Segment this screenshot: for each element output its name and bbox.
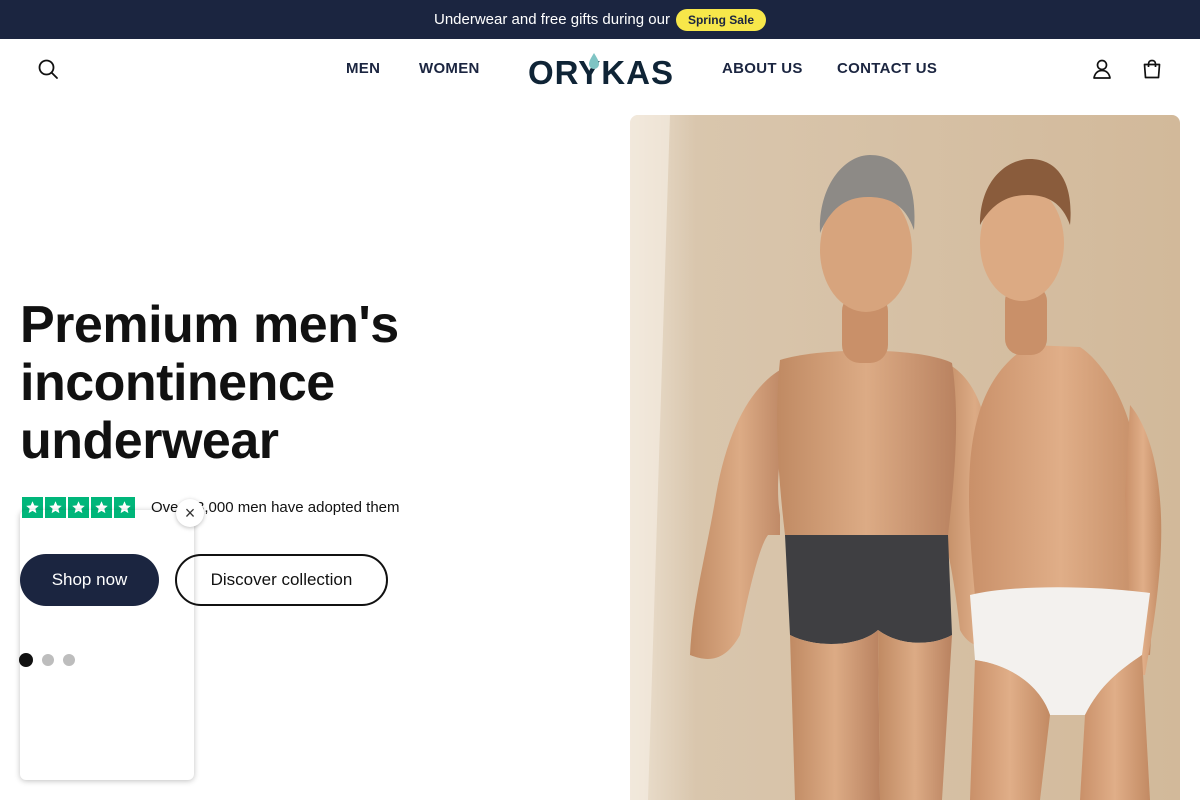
orykas-logo[interactable]: ORYKAS: [528, 51, 674, 91]
nav-contact-us[interactable]: CONTACT US: [837, 60, 937, 77]
hero-image: [630, 115, 1180, 800]
hero-title: Premium men's incontinence underwear: [20, 296, 399, 470]
nav-about-us[interactable]: ABOUT US: [722, 60, 803, 77]
discover-collection-button[interactable]: Discover collection: [175, 554, 388, 606]
announcement-text: Underwear and free gifts during our: [434, 11, 670, 28]
models-photo: [630, 115, 1180, 800]
close-icon[interactable]: ×: [176, 499, 204, 527]
nav-men[interactable]: MEN: [346, 60, 380, 77]
cart-icon[interactable]: [1139, 56, 1165, 82]
nav-women[interactable]: WOMEN: [419, 60, 480, 77]
account-icon[interactable]: [1089, 56, 1115, 82]
site-header: MEN WOMEN ORYKAS ABOUT US CONTACT US: [0, 39, 1200, 101]
logo-text: ORYKAS: [528, 54, 674, 91]
search-icon[interactable]: [35, 56, 61, 82]
announcement-bar: Underwear and free gifts during our Spri…: [0, 0, 1200, 39]
spring-sale-badge[interactable]: Spring Sale: [675, 8, 766, 31]
promo-popup[interactable]: [20, 510, 194, 780]
